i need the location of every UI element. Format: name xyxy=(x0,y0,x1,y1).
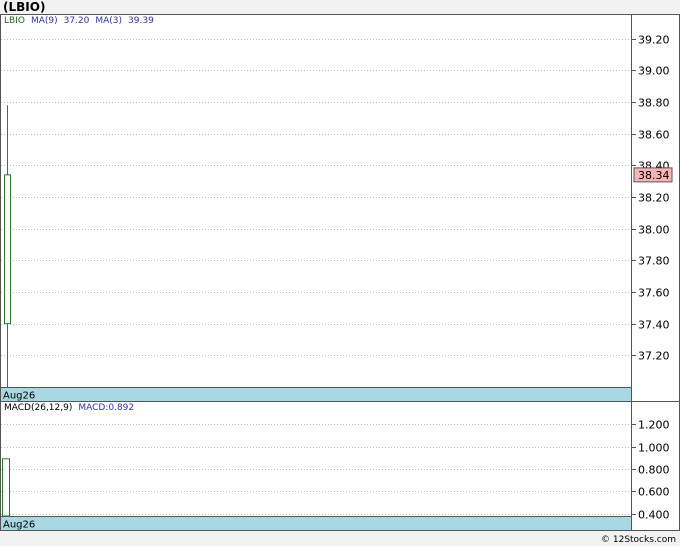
legend-symbol: LBIO xyxy=(4,16,25,26)
price-tick-label: 37.60 xyxy=(638,287,670,300)
chart-title: (LBIO) xyxy=(3,0,46,14)
price-plot-area xyxy=(0,14,632,402)
price-tick-label: 37.80 xyxy=(638,255,670,268)
current-price-badge: 38.34 xyxy=(633,167,673,183)
price-tick-label: 38.20 xyxy=(638,192,670,205)
price-legend: LBIO MA(9) 37.20 MA(3) 39.39 xyxy=(4,16,160,26)
macd-date-band xyxy=(0,516,632,531)
price-tick-label: 39.00 xyxy=(638,65,670,78)
macd-plot-area xyxy=(0,401,632,531)
price-tick-label: 38.00 xyxy=(638,224,670,237)
macd-date-label: Aug26 xyxy=(3,520,35,531)
legend-ma9-value: 37.20 xyxy=(63,16,90,26)
macd-tick-label: 0.400 xyxy=(638,509,670,522)
current-price-label: 38.34 xyxy=(638,169,670,182)
price-tick-label: 38.80 xyxy=(638,97,670,110)
price-tick-label: 39.20 xyxy=(638,34,670,47)
price-tick-label: 38.60 xyxy=(638,129,670,142)
date-label: Aug26 xyxy=(3,391,35,402)
macd-chart: 0.400 0.600 0.800 1.000 1.200 Aug26 xyxy=(0,401,680,531)
macd-legend: MACD(26,12,9) MACD:0.892 xyxy=(4,403,140,413)
legend-ma9-label: MA(9) xyxy=(30,16,58,26)
price-tick-label: 37.40 xyxy=(638,319,670,332)
macd-panel: 0.400 0.600 0.800 1.000 1.200 Aug26 MACD(26,… xyxy=(0,401,680,531)
macd-bar xyxy=(2,458,10,517)
watermark: © 12Stocks.com xyxy=(601,535,676,545)
macd-bars xyxy=(2,458,10,517)
macd-tick-label: 0.800 xyxy=(638,464,670,477)
macd-tick-label: 1.200 xyxy=(638,419,670,432)
macd-legend-label: MACD(26,12,9) xyxy=(4,403,73,413)
legend-ma3-label: MA(3) xyxy=(95,16,123,26)
candle-body xyxy=(4,174,11,325)
legend-ma3-value: 39.39 xyxy=(128,16,154,26)
price-panel: 37.20 37.40 37.60 37.80 38.00 38.20 38.40 38.60… xyxy=(0,14,680,402)
price-tick-label: 37.20 xyxy=(638,350,670,363)
price-chart: 37.2037.4037.6037.8038.0038.2038.4038.60… xyxy=(0,14,680,402)
date-band xyxy=(0,387,632,402)
macd-tick-label: 1.000 xyxy=(638,442,670,455)
macd-tick-label: 0.600 xyxy=(638,486,670,499)
macd-legend-value: MACD:0.892 xyxy=(78,403,135,413)
